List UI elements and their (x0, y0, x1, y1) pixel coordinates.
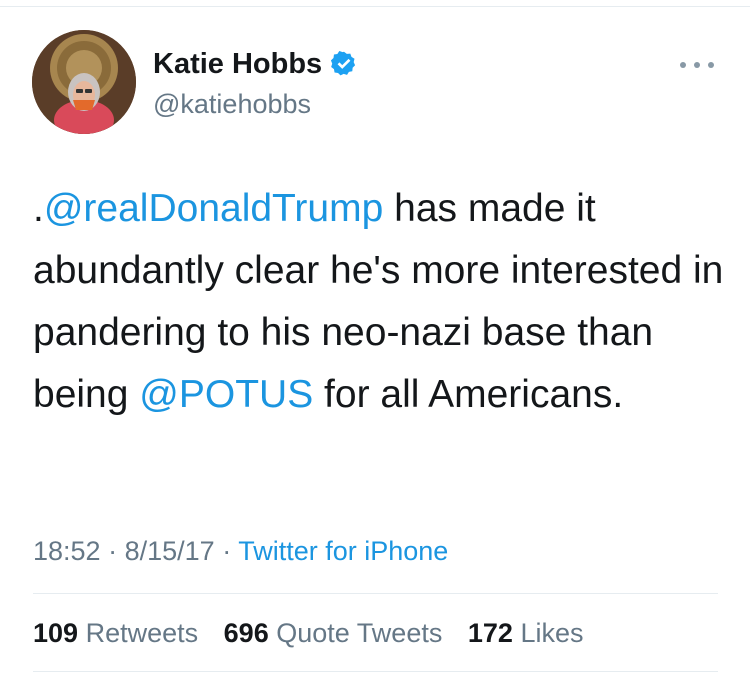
tweet-meta: 18:52 · 8/15/17 · Twitter for iPhone (33, 534, 448, 568)
likes-stat[interactable]: 172 Likes (468, 618, 584, 648)
meta-separator: · (222, 536, 232, 566)
quote-tweets-stat[interactable]: 696 Quote Tweets (224, 618, 443, 648)
tweet-time[interactable]: 18:52 (33, 536, 101, 566)
tweet-date[interactable]: 8/15/17 (125, 536, 215, 566)
top-divider (0, 6, 750, 7)
author-handle[interactable]: @katiehobbs (153, 88, 311, 120)
retweets-count: 109 (33, 618, 79, 648)
meta-separator: · (108, 536, 118, 566)
quote-tweets-count: 696 (223, 618, 269, 648)
tweet-source-link[interactable]: Twitter for iPhone (238, 536, 448, 566)
stats-top-divider (33, 593, 718, 594)
tweet-text: .@realDonaldTrump has made it abundantly… (33, 178, 733, 426)
author-name[interactable]: Katie Hobbs (153, 47, 322, 81)
tweet-prefix: . (33, 187, 44, 230)
verified-badge-icon (330, 51, 356, 76)
quote-tweets-label: Quote Tweets (276, 618, 443, 648)
avatar[interactable] (32, 30, 136, 134)
likes-label: Likes (520, 618, 584, 648)
tweet-body-2: for all Americans. (313, 373, 624, 416)
mention-realdonaldtrump[interactable]: @realDonaldTrump (44, 187, 383, 230)
tweet-stats: 109 Retweets 696 Quote Tweets 172 Likes (33, 616, 601, 650)
retweets-label: Retweets (85, 618, 199, 648)
likes-count: 172 (467, 618, 513, 648)
retweets-stat[interactable]: 109 Retweets (33, 618, 198, 648)
mention-potus[interactable]: @POTUS (139, 373, 313, 416)
avatar-photo (32, 30, 136, 134)
stats-bottom-divider (33, 671, 718, 672)
more-options-icon[interactable] (680, 58, 714, 72)
